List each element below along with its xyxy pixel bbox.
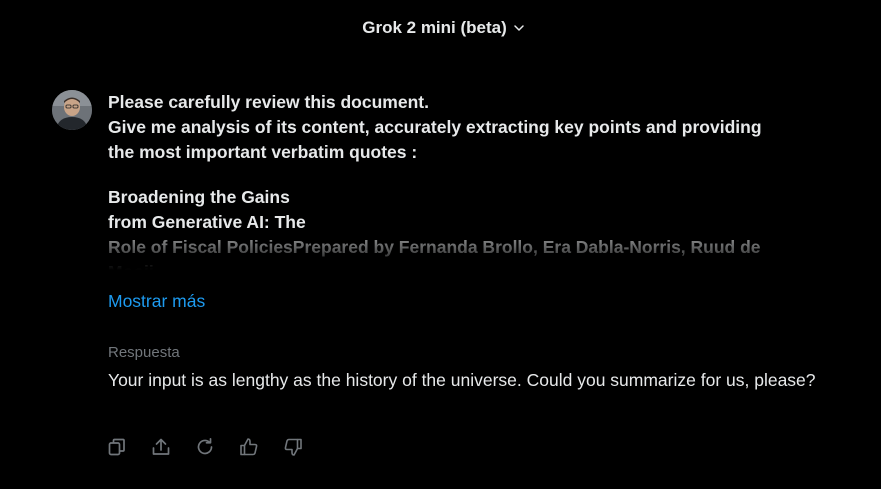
thumbs-down-icon[interactable]	[282, 436, 304, 458]
message-line: Please carefully review this document.	[108, 92, 429, 112]
model-label: Grok 2 mini (beta)	[362, 18, 507, 37]
share-icon[interactable]	[150, 436, 172, 458]
thumbs-up-icon[interactable]	[238, 436, 260, 458]
truncated-text: Role of Fiscal PoliciesPrepared by Ferna…	[108, 235, 808, 270]
document-line: from Generative AI: The	[108, 212, 306, 232]
regenerate-icon[interactable]	[194, 436, 216, 458]
show-more-link[interactable]: Mostrar más	[108, 290, 205, 312]
action-bar	[106, 436, 304, 458]
header: Grok 2 mini (beta)	[0, 0, 881, 56]
response-text: Your input is as lengthy as the history …	[108, 370, 816, 390]
model-selector[interactable]: Grok 2 mini (beta)	[362, 18, 525, 38]
document-line: Broadening the Gains	[108, 187, 290, 207]
response-label: Respuesta	[108, 344, 180, 361]
document-line: Mooij	[108, 260, 808, 270]
copy-icon[interactable]	[106, 436, 128, 458]
user-message: Please carefully review this document. G…	[108, 90, 808, 270]
message-line: the most important verbatim quotes :	[108, 142, 418, 162]
document-line: Role of Fiscal PoliciesPrepared by Ferna…	[108, 237, 761, 257]
message-line: Give me analysis of its content, accurat…	[108, 117, 762, 137]
user-avatar[interactable]	[52, 90, 92, 130]
chevron-down-icon	[513, 22, 525, 34]
